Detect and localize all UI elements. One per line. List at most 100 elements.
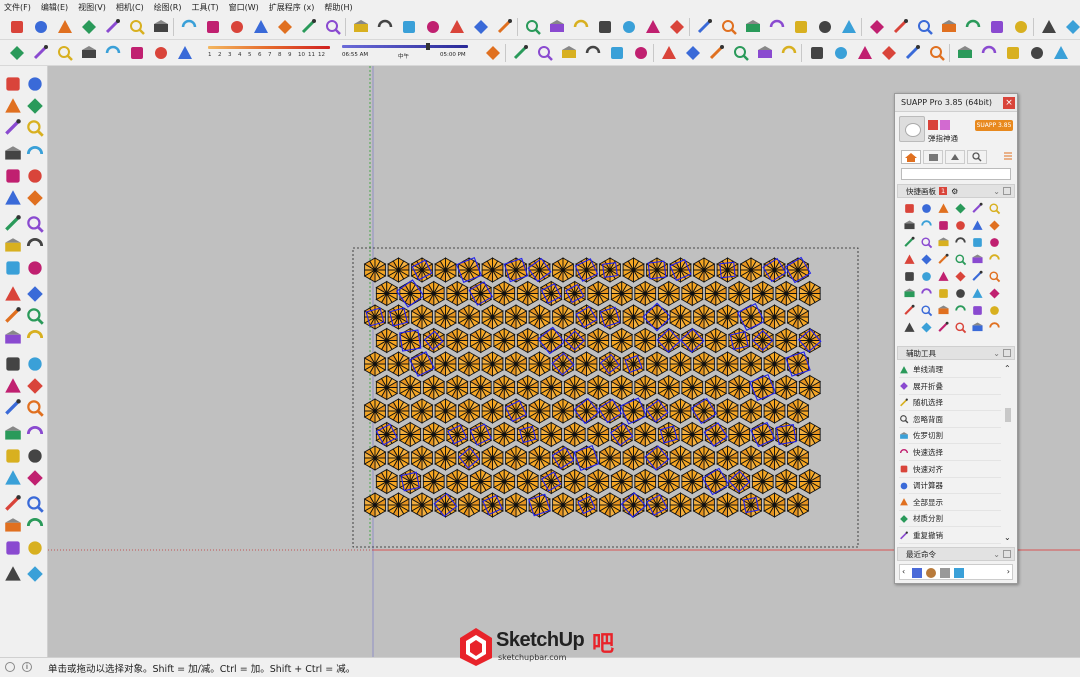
style-tool-4-icon[interactable] xyxy=(32,44,50,62)
quick-tool-14-icon[interactable] xyxy=(937,236,950,249)
menu-item-1[interactable]: 编辑(E) xyxy=(41,2,68,13)
left-tool-28-icon[interactable] xyxy=(3,398,23,418)
menu-item-3[interactable]: 相机(C) xyxy=(116,2,144,13)
quick-tool-12-icon[interactable] xyxy=(903,236,916,249)
left-tool-18-icon[interactable] xyxy=(3,284,23,304)
aux-tool-item[interactable]: 单线清理 xyxy=(899,362,1001,378)
quick-tool-4-icon[interactable] xyxy=(971,202,984,215)
toolbar-tool-41-icon[interactable] xyxy=(1012,18,1030,36)
chevron-right-icon[interactable]: › xyxy=(1007,567,1010,576)
left-tool-5-icon[interactable] xyxy=(25,118,45,138)
quick-tool-30-icon[interactable] xyxy=(903,287,916,300)
toolbar-tool-37-icon[interactable] xyxy=(916,18,934,36)
left-tool-20-icon[interactable] xyxy=(3,306,23,326)
toolbar-tool-12-icon[interactable] xyxy=(300,18,318,36)
quick-tool-16-icon[interactable] xyxy=(971,236,984,249)
toolbar-tool-43-icon[interactable] xyxy=(1064,18,1080,36)
toolbar-tool-34-icon[interactable] xyxy=(840,18,858,36)
view-tool-27-icon[interactable] xyxy=(880,44,898,62)
view-tool-13-icon[interactable] xyxy=(536,44,554,62)
view-tool-28-icon[interactable] xyxy=(904,44,922,62)
view-tool-21-icon[interactable] xyxy=(732,44,750,62)
geo-location-icon[interactable] xyxy=(5,662,15,672)
toolbar-tool-35-icon[interactable] xyxy=(868,18,886,36)
left-tool-37-icon[interactable] xyxy=(25,494,45,514)
aux-tool-item[interactable]: 随机选择 xyxy=(899,395,1001,412)
toolbar-tool-38-icon[interactable] xyxy=(940,18,958,36)
quick-tool-40-icon[interactable] xyxy=(971,304,984,317)
toolbar-tool-24-icon[interactable] xyxy=(596,18,614,36)
left-tool-1-icon[interactable] xyxy=(25,74,45,94)
recent-commands-header[interactable]: 最近命令 ⌄ xyxy=(897,547,1015,561)
toolbar-tool-10-icon[interactable] xyxy=(252,18,270,36)
style-tool-10-icon[interactable] xyxy=(176,44,194,62)
left-tool-21-icon[interactable] xyxy=(25,306,45,326)
menu-item-7[interactable]: 扩展程序 (x) xyxy=(269,2,315,13)
left-tool-32-icon[interactable] xyxy=(3,446,23,466)
toolbar-tool-36-icon[interactable] xyxy=(892,18,910,36)
toolbar-tool-3-icon[interactable] xyxy=(80,18,98,36)
toolbar-tool-1-icon[interactable] xyxy=(32,18,50,36)
menu-item-4[interactable]: 绘图(R) xyxy=(154,2,182,13)
scroll-up-icon[interactable]: ⌃ xyxy=(1004,364,1011,373)
aux-tool-item[interactable]: 材质分割 xyxy=(899,511,1001,528)
pin-icon[interactable] xyxy=(1003,349,1011,357)
quick-tool-33-icon[interactable] xyxy=(954,287,967,300)
quick-tool-17-icon[interactable] xyxy=(988,236,1001,249)
aux-tool-item[interactable]: 佐罗切割 xyxy=(899,428,1001,445)
quick-tool-37-icon[interactable] xyxy=(920,304,933,317)
settings-icon[interactable]: ⚙ xyxy=(951,187,958,196)
style-tool-9-icon[interactable] xyxy=(152,44,170,62)
left-tool-34-icon[interactable] xyxy=(3,468,23,488)
style-tool-3-icon[interactable] xyxy=(8,44,26,62)
quick-tool-31-icon[interactable] xyxy=(920,287,933,300)
toolbar-tool-11-icon[interactable] xyxy=(276,18,294,36)
left-tool-36-icon[interactable] xyxy=(3,494,23,514)
view-tool-32-icon[interactable] xyxy=(1004,44,1022,62)
view-tool-18-icon[interactable] xyxy=(660,44,678,62)
quick-tool-21-icon[interactable] xyxy=(954,253,967,266)
quick-tool-41-icon[interactable] xyxy=(988,304,1001,317)
left-tool-4-icon[interactable] xyxy=(3,118,23,138)
aux-tool-item[interactable]: 全部显示 xyxy=(899,495,1001,511)
quick-tool-46-icon[interactable] xyxy=(971,321,984,334)
quick-panel-header[interactable]: 快捷画板 1 ⚙ ⌄ xyxy=(897,184,1015,198)
aux-tool-item[interactable]: 快速选择 xyxy=(899,445,1001,461)
left-tool-9-icon[interactable] xyxy=(25,166,45,186)
chevron-down-icon[interactable]: ⌄ xyxy=(993,187,1000,196)
aux-tool-item[interactable]: 忽略背面 xyxy=(899,412,1001,428)
view-tool-34-icon[interactable] xyxy=(1052,44,1070,62)
left-tool-17-icon[interactable] xyxy=(25,258,45,278)
quick-tool-13-icon[interactable] xyxy=(920,236,933,249)
toolbar-tool-8-icon[interactable] xyxy=(204,18,222,36)
toolbar-tool-25-icon[interactable] xyxy=(620,18,638,36)
view-tool-33-icon[interactable] xyxy=(1028,44,1046,62)
left-tool-42-icon[interactable] xyxy=(3,564,23,584)
quick-tool-42-icon[interactable] xyxy=(903,321,916,334)
asanoha-pattern-group[interactable] xyxy=(363,256,822,518)
recent-cmd-2-icon[interactable] xyxy=(926,568,936,578)
toolbar-tool-26-icon[interactable] xyxy=(644,18,662,36)
shadow-slider[interactable]: 1 2 3 4 5 6 7 8 9 10 11 12 xyxy=(208,43,332,63)
toolbar-tool-6-icon[interactable] xyxy=(152,18,170,36)
left-tool-19-icon[interactable] xyxy=(25,284,45,304)
left-tool-43-icon[interactable] xyxy=(25,564,45,584)
quick-tool-29-icon[interactable] xyxy=(988,270,1001,283)
time-slider[interactable]: 06:55 AM 中午 05:00 PM xyxy=(342,43,470,63)
view-tool-31-icon[interactable] xyxy=(980,44,998,62)
chevron-left-icon[interactable]: ‹ xyxy=(902,567,905,576)
library-tab-icon[interactable] xyxy=(923,150,943,164)
quick-tool-9-icon[interactable] xyxy=(954,219,967,232)
quick-tool-7-icon[interactable] xyxy=(920,219,933,232)
left-tool-10-icon[interactable] xyxy=(3,188,23,208)
toolbar-tool-31-icon[interactable] xyxy=(768,18,786,36)
toolbar-tool-20-icon[interactable] xyxy=(496,18,514,36)
quick-tool-28-icon[interactable] xyxy=(971,270,984,283)
aux-tool-item[interactable]: 重复撤销 xyxy=(899,528,1001,544)
menu-item-0[interactable]: 文件(F) xyxy=(4,2,31,13)
toolbar-tool-15-icon[interactable] xyxy=(376,18,394,36)
toolbar-tool-28-icon[interactable] xyxy=(696,18,714,36)
toolbar-tool-4-icon[interactable] xyxy=(104,18,122,36)
left-tool-27-icon[interactable] xyxy=(25,376,45,396)
style-tool-5-icon[interactable] xyxy=(56,44,74,62)
